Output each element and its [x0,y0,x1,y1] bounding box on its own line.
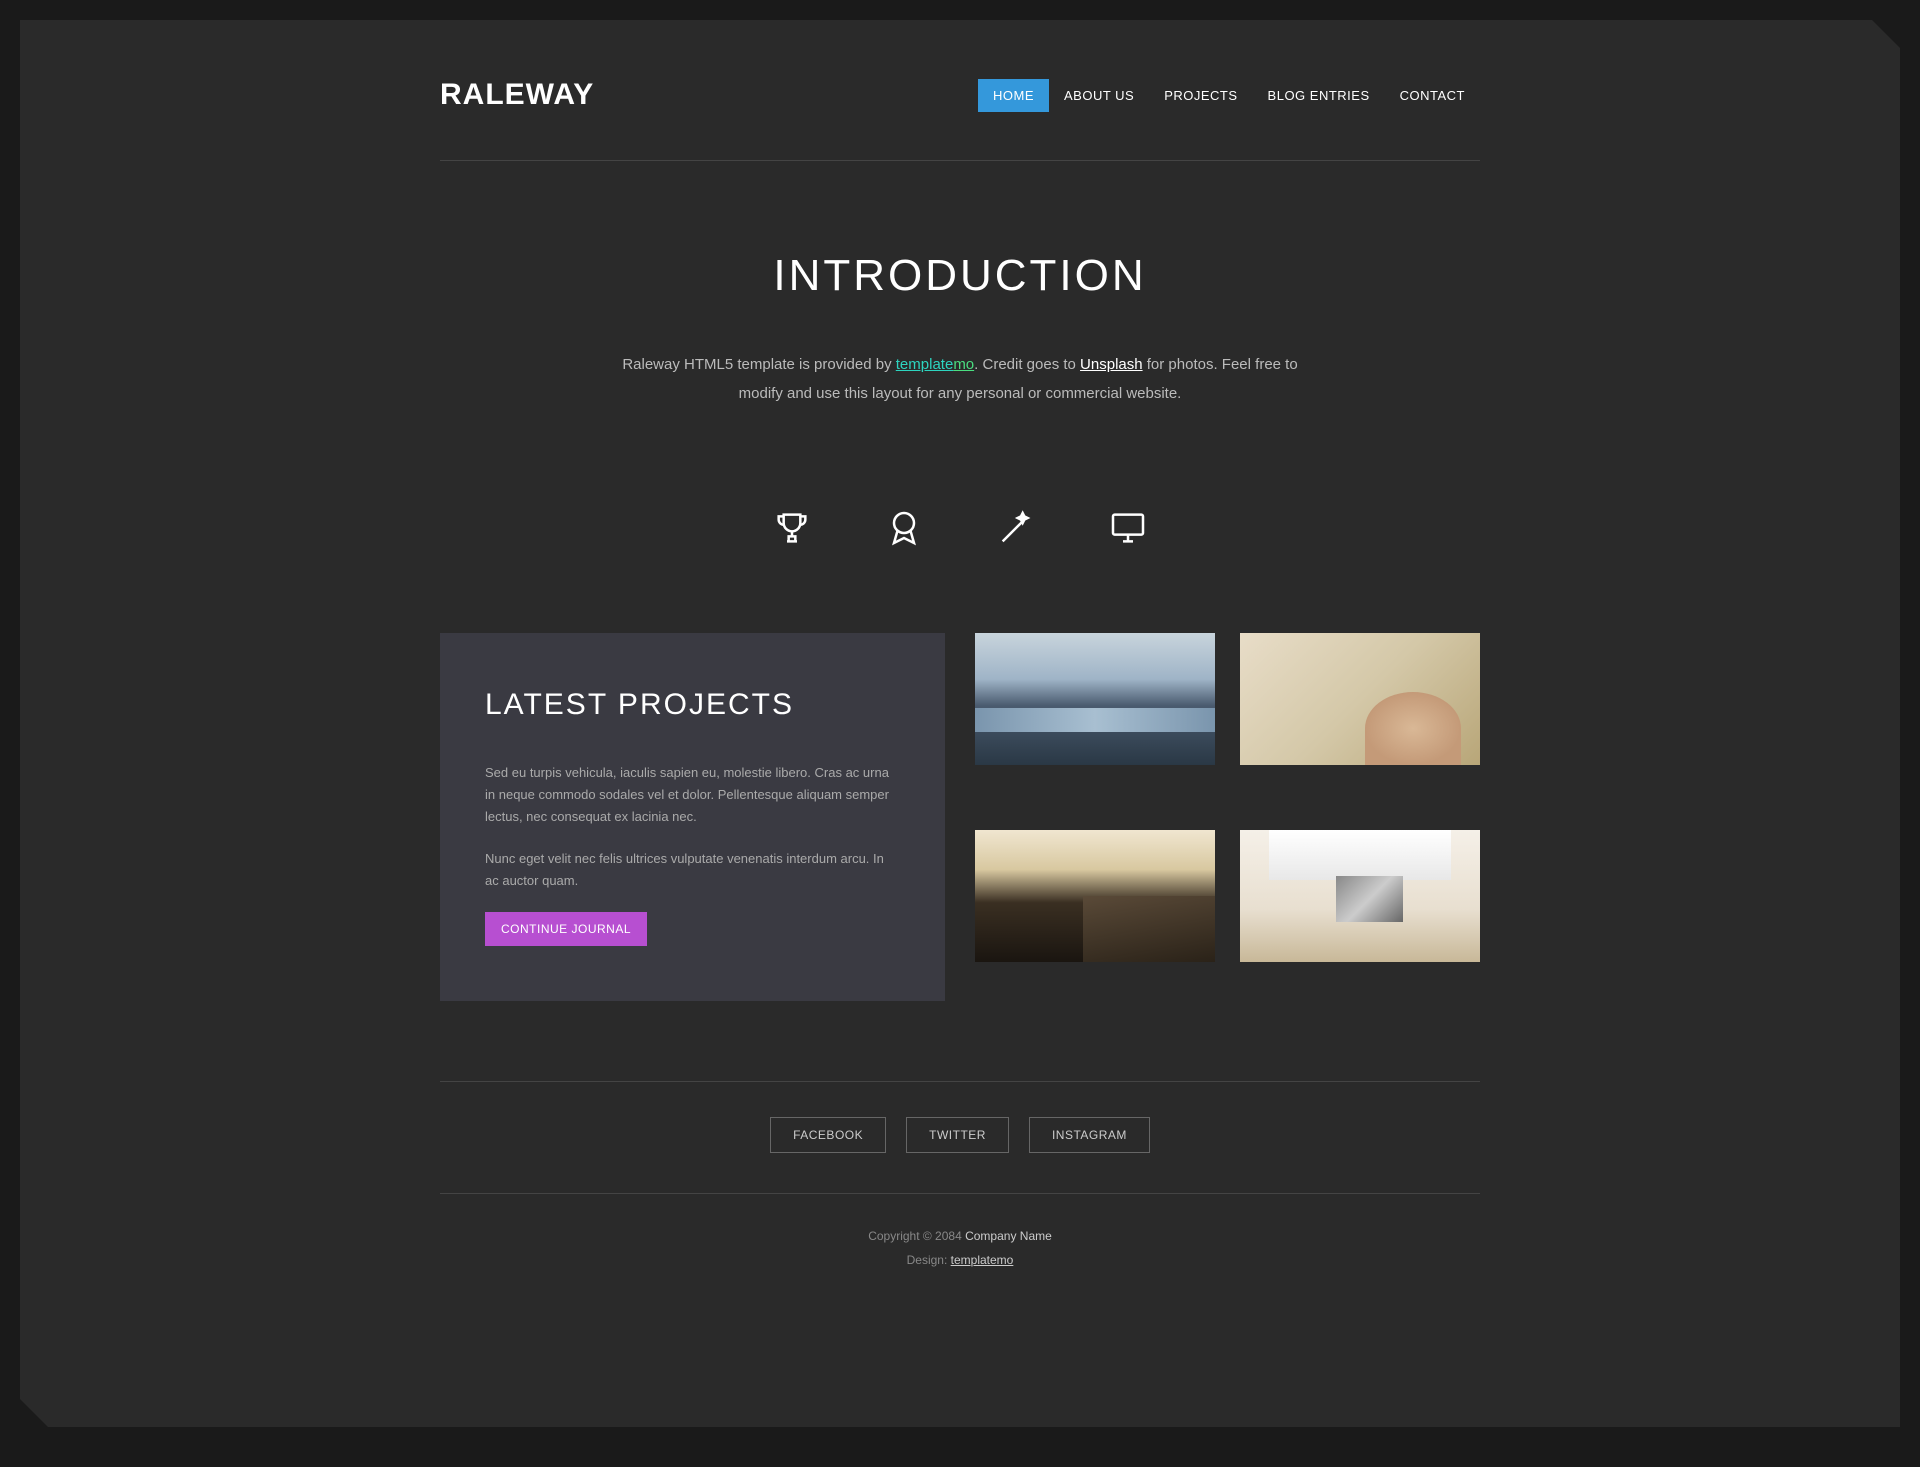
templatemo-link-b[interactable]: mo [953,356,974,373]
intro-section: INTRODUCTION Raleway HTML5 template is p… [440,191,1480,458]
header: RALEWAY HOME ABOUT US PROJECTS BLOG ENTR… [440,20,1480,191]
copy-prefix: Copyright © 2084 [868,1229,965,1243]
company-name: Company Name [965,1229,1052,1243]
intro-text-prefix: Raleway HTML5 template is provided by [622,356,895,373]
footer: FACEBOOK TWITTER INSTAGRAM Copyright © 2… [440,1081,1480,1307]
wand-icon[interactable] [996,508,1036,553]
social-links: FACEBOOK TWITTER INSTAGRAM [440,1117,1480,1194]
logo[interactable]: RALEWAY [440,78,594,112]
gallery [975,633,1480,1001]
projects-section: LATEST PROJECTS Sed eu turpis vehicula, … [440,633,1480,1081]
continue-journal-button[interactable]: CONTINUE JOURNAL [485,912,647,946]
nav-projects[interactable]: PROJECTS [1149,79,1252,112]
monitor-icon[interactable] [1108,508,1148,553]
gallery-item-3[interactable] [975,830,1215,962]
unsplash-link[interactable]: Unsplash [1080,356,1143,373]
templatemo-link-a[interactable]: template [896,356,954,373]
badge-icon[interactable] [884,508,924,553]
nav-home[interactable]: HOME [978,79,1049,112]
nav-about[interactable]: ABOUT US [1049,79,1149,112]
instagram-button[interactable]: INSTAGRAM [1029,1117,1150,1153]
intro-credit-prefix: . Credit goes to [974,356,1080,373]
projects-card: LATEST PROJECTS Sed eu turpis vehicula, … [440,633,945,1001]
icon-row [440,458,1480,633]
main-nav: HOME ABOUT US PROJECTS BLOG ENTRIES CONT… [978,79,1480,112]
projects-para-2: Nunc eget velit nec felis ultrices vulpu… [485,848,900,892]
trophy-icon[interactable] [772,508,812,553]
intro-text: Raleway HTML5 template is provided by te… [620,351,1300,408]
projects-para-1: Sed eu turpis vehicula, iaculis sapien e… [485,762,900,828]
design-prefix: Design: [907,1253,951,1267]
projects-title: LATEST PROJECTS [485,688,900,722]
copyright: Copyright © 2084 Company Name Design: te… [440,1224,1480,1272]
twitter-button[interactable]: TWITTER [906,1117,1009,1153]
facebook-button[interactable]: FACEBOOK [770,1117,886,1153]
design-link[interactable]: templatemo [951,1253,1014,1267]
nav-contact[interactable]: CONTACT [1385,79,1480,112]
gallery-item-4[interactable] [1240,830,1480,962]
nav-blog[interactable]: BLOG ENTRIES [1253,79,1385,112]
gallery-item-1[interactable] [975,633,1215,765]
gallery-item-2[interactable] [1240,633,1480,765]
intro-title: INTRODUCTION [440,251,1480,301]
